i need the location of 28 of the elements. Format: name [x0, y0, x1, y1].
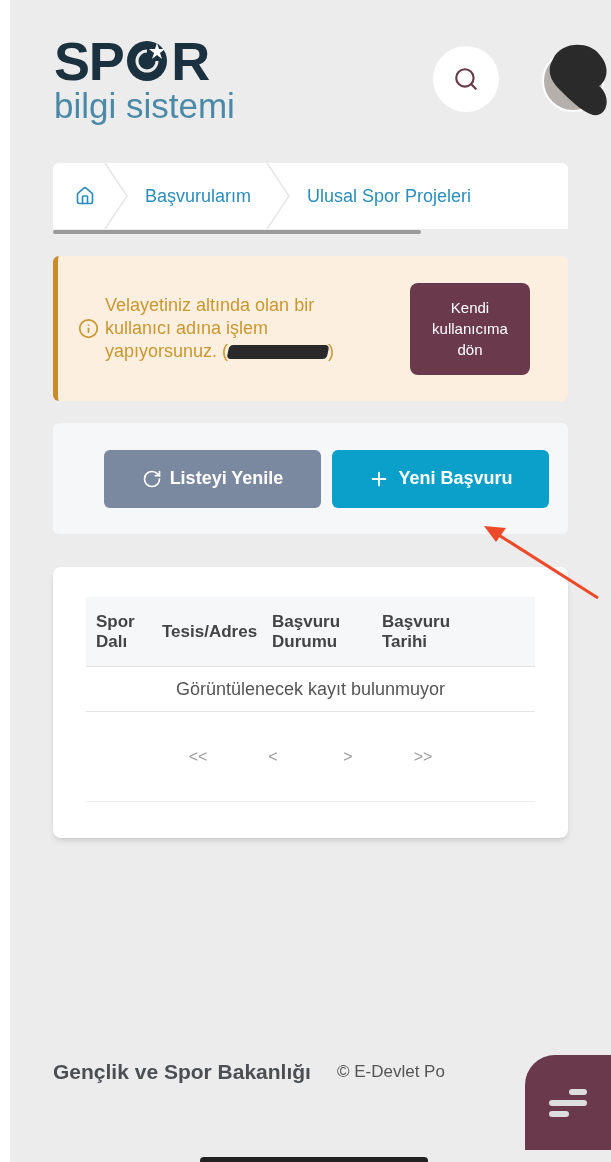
menu-button[interactable] [525, 1055, 611, 1150]
pagination-button[interactable]: >> [413, 744, 433, 769]
return-account-button[interactable]: Kendi kullanıcıma dön [410, 282, 530, 375]
pagination-button[interactable]: << [188, 744, 208, 769]
logo-text: R [171, 34, 209, 88]
empty-message: Görüntülenecek kayıt bulunmuyor [175, 677, 446, 701]
refresh-icon [141, 468, 162, 489]
logo-subtitle: bilgi sistemi [54, 88, 235, 124]
breadcrumb-link[interactable]: Ulusal Spor Projeleri [293, 182, 486, 210]
ball-icon [125, 39, 170, 83]
ministry-name: Gençlik ve Spor Bakanlığı [53, 1059, 311, 1086]
column-header: Başvuru Durumu [272, 611, 342, 652]
home-icon[interactable] [75, 186, 95, 206]
search-icon [453, 66, 479, 92]
breadcrumb-link[interactable]: Başvurularım [131, 182, 266, 210]
logo-text: SP [54, 34, 124, 88]
column-header: Spor Dalı [96, 611, 136, 652]
alert-message: Velayetiniz altında olan bir kullanıcı adına işlem yapıyorsunuz. ( ) [105, 294, 336, 363]
new-application-button[interactable]: Yeni Başvuru [332, 449, 549, 508]
refresh-button[interactable]: Listeyi Yenile [104, 449, 321, 508]
copyright-text: © E-Devlet Po [336, 1061, 445, 1084]
info-icon [78, 318, 99, 339]
menu-icon [547, 1086, 589, 1119]
pagination-button[interactable]: > [338, 744, 358, 769]
column-header: Tesis/Adres [162, 621, 259, 642]
pagination-button[interactable]: < [263, 744, 283, 769]
breadcrumb-separator [103, 163, 131, 229]
column-header: Başvuru Tarihi [382, 611, 452, 652]
